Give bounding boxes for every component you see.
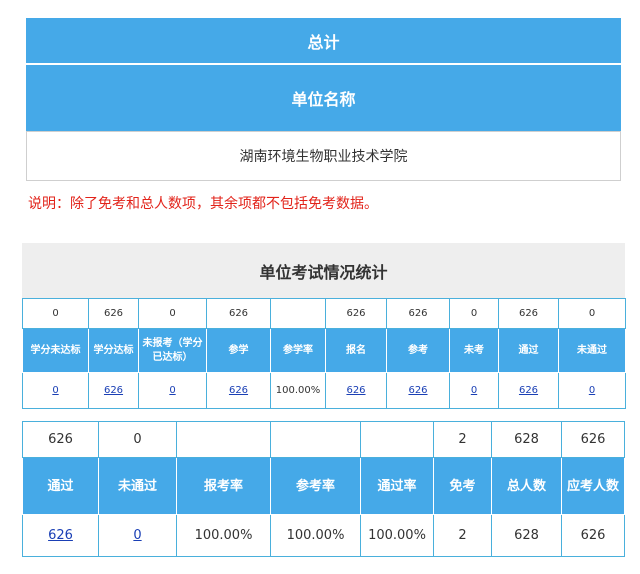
t2-value-total-people: 628	[491, 514, 562, 557]
t2-value-expected-examinees: 626	[561, 514, 625, 557]
summary-panel: 总计 单位名称 湖南环境生物职业技术学院 说明：除了免考和总人数项，其余项都不包…	[26, 18, 621, 225]
t2-link-failed[interactable]: 0	[133, 528, 141, 543]
t2-value-registration-rate: 100.00%	[176, 514, 271, 557]
t1-header-participated: 参学	[206, 328, 271, 373]
t1-header-passed: 通过	[498, 328, 559, 373]
unit-name-value: 湖南环境生物职业技术学院	[26, 131, 621, 181]
stats-panel: 单位考试情况统计 0 626 0 626 626 626 0 626 0 学分未…	[22, 243, 626, 409]
t1-top-cell: 626	[88, 298, 139, 329]
t2-top-cell: 626	[561, 421, 625, 458]
t2-header-exempt: 免考	[433, 457, 492, 515]
t1-top-cell: 0	[22, 298, 89, 329]
t2-top-cell	[360, 421, 434, 458]
t2-value-exempt: 2	[433, 514, 492, 557]
t1-link-registered[interactable]: 626	[346, 385, 365, 396]
t2-top-cell	[176, 421, 271, 458]
t1-link-not-registered[interactable]: 0	[169, 385, 175, 396]
t2-header-passed: 通过	[22, 457, 99, 515]
t1-header-credit-unmet: 学分未达标	[22, 328, 89, 373]
t2-top-cell: 2	[433, 421, 492, 458]
t2-header-expected-examinees: 应考人数	[561, 457, 625, 515]
t2-value-attendance-rate: 100.00%	[270, 514, 361, 557]
unit-name-header: 单位名称	[26, 65, 621, 131]
t2-link-passed[interactable]: 626	[48, 528, 73, 543]
t1-header-not-registered: 未报考（学分已达标）	[138, 328, 207, 373]
t2-header-total-people: 总人数	[491, 457, 562, 515]
t1-top-cell: 626	[206, 298, 271, 329]
t1-link-failed[interactable]: 0	[589, 385, 595, 396]
total-header: 总计	[26, 18, 621, 65]
t1-header-credit-met: 学分达标	[88, 328, 139, 373]
t1-link-credit-unmet[interactable]: 0	[52, 385, 58, 396]
t2-header-pass-rate: 通过率	[360, 457, 434, 515]
t1-top-cell: 0	[449, 298, 499, 329]
t1-header-took-exam: 参考	[386, 328, 450, 373]
t1-top-cell: 0	[558, 298, 626, 329]
t1-top-cell: 626	[498, 298, 559, 329]
stats-table-1: 0 626 0 626 626 626 0 626 0 学分未达标 学分达标 未…	[22, 298, 626, 409]
t2-top-cell	[270, 421, 361, 458]
t2-header-attendance-rate: 参考率	[270, 457, 361, 515]
t1-header-participation-rate: 参学率	[270, 328, 326, 373]
t1-link-took-exam[interactable]: 626	[408, 385, 427, 396]
t1-top-cell	[270, 298, 326, 329]
t1-header-absent: 未考	[449, 328, 499, 373]
t1-top-cell: 0	[138, 298, 207, 329]
note-text: 说明：除了免考和总人数项，其余项都不包括免考数据。	[26, 181, 621, 225]
t2-top-cell: 628	[491, 421, 562, 458]
t1-link-absent[interactable]: 0	[471, 385, 477, 396]
t2-header-failed: 未通过	[98, 457, 177, 515]
t1-link-passed[interactable]: 626	[519, 385, 538, 396]
t1-header-registered: 报名	[325, 328, 387, 373]
t2-top-cell: 0	[98, 421, 177, 458]
t1-header-failed: 未通过	[558, 328, 626, 373]
t1-top-cell: 626	[386, 298, 450, 329]
t2-top-cell: 626	[22, 421, 99, 458]
t2-value-pass-rate: 100.00%	[360, 514, 434, 557]
t1-link-participated[interactable]: 626	[229, 385, 248, 396]
t2-header-registration-rate: 报考率	[176, 457, 271, 515]
t1-link-credit-met[interactable]: 626	[104, 385, 123, 396]
t1-top-cell: 626	[325, 298, 387, 329]
stats-table-2: 626 0 2 628 626 通过 未通过 报考率 参考率 通过率 免考 总人…	[22, 421, 625, 557]
t1-value-participation-rate: 100.00%	[270, 372, 326, 409]
stats-title: 单位考试情况统计	[22, 243, 625, 298]
stats-table-2-panel: 626 0 2 628 626 通过 未通过 报考率 参考率 通过率 免考 总人…	[22, 421, 625, 557]
